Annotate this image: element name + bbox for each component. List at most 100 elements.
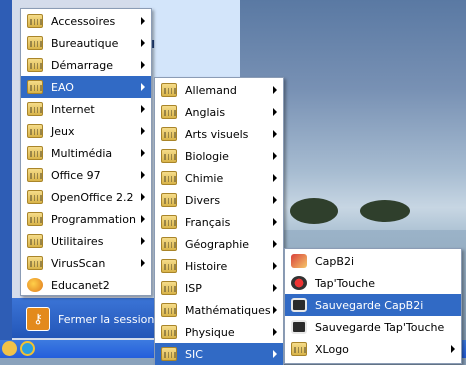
submenu-arrow-icon (273, 86, 277, 94)
menu-item-label: SIC (185, 347, 203, 361)
menu-item-label: Biologie (185, 149, 229, 163)
menu-item-label: Physique (185, 325, 235, 339)
menu2-item-isp[interactable]: ISP (155, 277, 283, 299)
menu-item-label: CapB2i (315, 254, 355, 268)
submenu-arrow-icon (273, 108, 277, 116)
educanet-icon (27, 278, 43, 292)
submenu-arrow-icon (273, 152, 277, 160)
menu3-item-tap-touche[interactable]: Tap'Touche (285, 272, 461, 294)
folder-icon (27, 212, 43, 226)
menu-item-label: Mathématiques (185, 303, 271, 317)
menu2-item-physique[interactable]: Physique (155, 321, 283, 343)
folder-icon (161, 127, 177, 141)
submenu-arrow-icon (141, 127, 145, 135)
menu2-item-fran-ais[interactable]: Français (155, 211, 283, 233)
backup-icon (291, 320, 307, 334)
folder-icon (27, 146, 43, 160)
submenu-arrow-icon (273, 306, 277, 314)
menu1-item-internet[interactable]: Internet (21, 98, 151, 120)
folder-icon (161, 303, 177, 317)
menu1-item-jeux[interactable]: Jeux (21, 120, 151, 142)
taptouche-icon (291, 276, 307, 290)
menu1-item-office-97[interactable]: Office 97 (21, 164, 151, 186)
menu-item-label: ISP (185, 281, 202, 295)
menu-item-label: Arts visuels (185, 127, 249, 141)
submenu-arrow-icon (273, 218, 277, 226)
menu2-item-chimie[interactable]: Chimie (155, 167, 283, 189)
menu1-item-openoffice-2-2[interactable]: OpenOffice 2.2 (21, 186, 151, 208)
menu2-item-sic[interactable]: SIC (155, 343, 283, 365)
menu-item-label: Anglais (185, 105, 226, 119)
menu1-item-utilitaires[interactable]: Utilitaires (21, 230, 151, 252)
backup-icon (291, 298, 307, 312)
folder-icon (27, 256, 43, 270)
programs-menu: Accessoires Bureautique Démarrage EAO Intern… (20, 8, 152, 296)
submenu-arrow-icon (451, 345, 455, 353)
menu2-item-divers[interactable]: Divers (155, 189, 283, 211)
submenu-arrow-icon (141, 259, 145, 267)
menu3-item-sauvegarde-capb2i[interactable]: Sauvegarde CapB2i (285, 294, 461, 316)
sic-submenu: CapB2i Tap'Touche Sauvegarde CapB2i Sauvega… (284, 248, 462, 364)
menu-item-label: Utilitaires (51, 234, 104, 248)
menu-item-label: Office 97 (51, 168, 101, 182)
submenu-arrow-icon (273, 328, 277, 336)
menu2-item-anglais[interactable]: Anglais (155, 101, 283, 123)
folder-icon (27, 36, 43, 50)
submenu-arrow-icon (273, 196, 277, 204)
start-menu-edge (0, 0, 12, 358)
menu2-item-biologie[interactable]: Biologie (155, 145, 283, 167)
menu3-item-capb2i[interactable]: CapB2i (285, 250, 461, 272)
menu-item-label: Internet (51, 102, 95, 116)
submenu-arrow-icon (141, 17, 145, 25)
menu1-item-programmation[interactable]: Programmation (21, 208, 151, 230)
key-icon: ⚷ (26, 307, 50, 331)
capb2i-icon (291, 254, 307, 268)
submenu-arrow-icon (273, 240, 277, 248)
folder-icon (161, 83, 177, 97)
menu3-item-sauvegarde-tap-touche[interactable]: Sauvegarde Tap'Touche (285, 316, 461, 338)
menu-item-label: Bureautique (51, 36, 119, 50)
tree-left (290, 198, 338, 224)
folder-icon (161, 149, 177, 163)
folder-icon (161, 325, 177, 339)
menu-item-label: VirusScan (51, 256, 106, 270)
menu1-item-accessoires[interactable]: Accessoires (21, 10, 151, 32)
tree-right (360, 200, 410, 222)
menu-item-label: Divers (185, 193, 221, 207)
menu1-item-d-marrage[interactable]: Démarrage (21, 54, 151, 76)
menu2-item-arts-visuels[interactable]: Arts visuels (155, 123, 283, 145)
logoff-label: Fermer la session (58, 312, 155, 326)
folder-icon (27, 102, 43, 116)
menu1-item-virusscan[interactable]: VirusScan (21, 252, 151, 274)
internet-explorer-icon[interactable] (20, 341, 35, 356)
menu-item-label: EAO (51, 80, 74, 94)
menu2-item-g-ographie[interactable]: Géographie (155, 233, 283, 255)
menu-item-label: Géographie (185, 237, 250, 251)
menu2-item-math-matiques[interactable]: Mathématiques (155, 299, 283, 321)
menu-item-label: Sauvegarde CapB2i (315, 298, 424, 312)
folder-icon (161, 347, 177, 361)
menu2-item-histoire[interactable]: Histoire (155, 255, 283, 277)
submenu-arrow-icon (141, 61, 145, 69)
submenu-arrow-icon (273, 350, 277, 358)
submenu-arrow-icon (141, 171, 145, 179)
folder-icon (27, 190, 43, 204)
menu-item-label: Sauvegarde Tap'Touche (315, 320, 445, 334)
folder-icon (161, 281, 177, 295)
folder-icon (161, 193, 177, 207)
menu3-item-xlogo[interactable]: XLogo (285, 338, 461, 360)
menu1-item-eao[interactable]: EAO (21, 76, 151, 98)
menu-item-label: XLogo (315, 342, 349, 356)
submenu-arrow-icon (273, 130, 277, 138)
menu-item-label: OpenOffice 2.2 (51, 190, 134, 204)
submenu-arrow-icon (273, 284, 277, 292)
eao-submenu: Allemand Anglais Arts visuels Biologie Chimi… (154, 77, 284, 365)
menu1-item-multim-dia[interactable]: Multimédia (21, 142, 151, 164)
quicklaunch-icon-1[interactable] (2, 341, 17, 356)
menu1-item-educanet2[interactable]: Educanet2 (21, 274, 151, 296)
menu1-item-bureautique[interactable]: Bureautique (21, 32, 151, 54)
folder-icon (291, 342, 307, 356)
menu2-item-allemand[interactable]: Allemand (155, 79, 283, 101)
submenu-arrow-icon (141, 39, 145, 47)
folder-icon (27, 14, 43, 28)
